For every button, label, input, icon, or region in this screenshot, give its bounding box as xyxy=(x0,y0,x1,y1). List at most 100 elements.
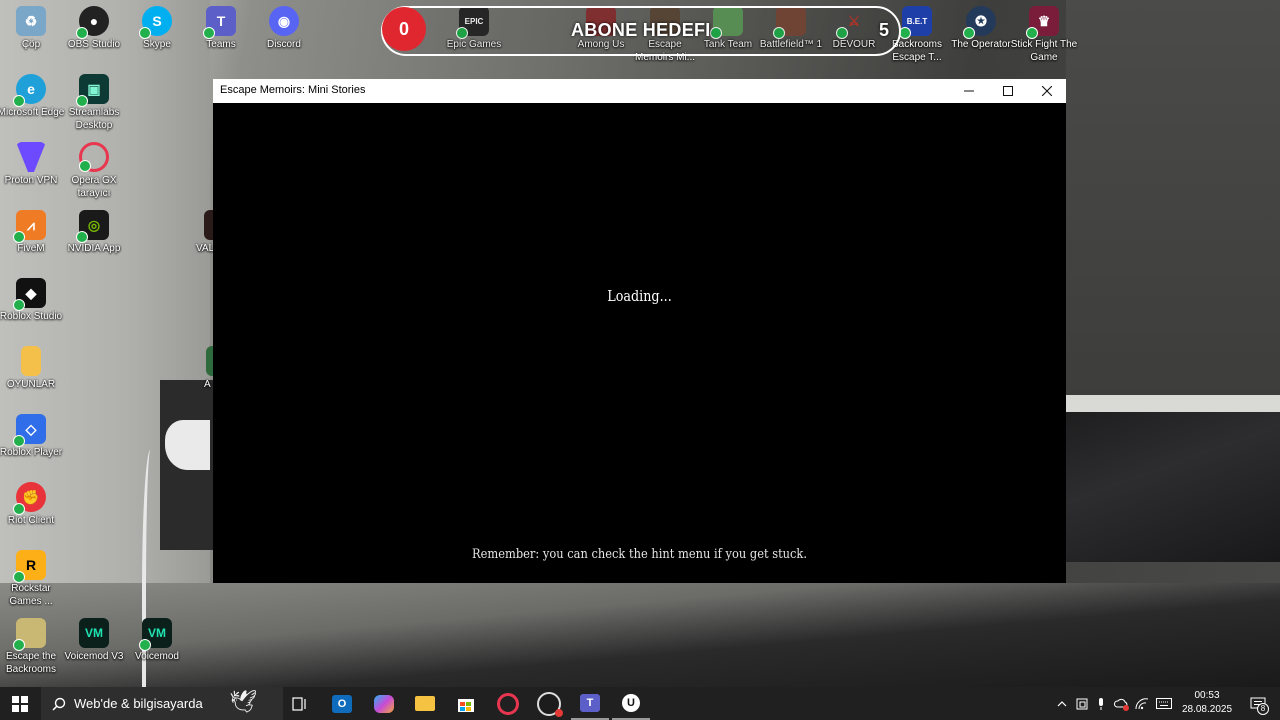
desktop-icon-label: OYUNLAR xyxy=(6,379,56,390)
pelican-search-highlight-icon: 🕊 xyxy=(229,689,257,714)
network-button[interactable] xyxy=(1133,687,1151,720)
clock-date: 28.08.2025 xyxy=(1181,704,1233,715)
subscriber-goal-overlay: 0 ABONE HEDEFI 5 xyxy=(381,6,901,56)
search-placeholder: Web'de & bilgisayarda xyxy=(74,696,203,711)
stick-fight-icon: ♛ xyxy=(1026,6,1059,39)
file-explorer-icon xyxy=(415,696,435,711)
desktop-icon-app[interactable]: A xyxy=(178,346,214,391)
microphone-icon xyxy=(1099,697,1103,710)
desktop-icon-label: Voicemod xyxy=(135,651,179,662)
desktop-icon-label: VAL xyxy=(196,243,214,254)
copilot-icon xyxy=(374,694,394,713)
wallpaper-object xyxy=(165,420,210,470)
desktop-icon-label: Riot Client xyxy=(7,515,55,526)
keyboard-icon xyxy=(1156,698,1172,709)
desktop-icon-roblox-studio[interactable]: ◆ Roblox Studio xyxy=(0,278,68,323)
obs-icon: ● xyxy=(76,6,109,39)
desktop-icon-label: Rockstar Games ... xyxy=(9,583,53,607)
wallpaper-marble xyxy=(1066,412,1280,562)
window-titlebar[interactable]: Escape Memoirs: Mini Stories xyxy=(213,79,1066,103)
taskbar-copilot[interactable] xyxy=(365,687,403,720)
minimize-button[interactable] xyxy=(949,79,988,103)
escape-backrooms-icon xyxy=(13,618,46,651)
desktop-icon-label: Roblox Studio xyxy=(0,311,63,322)
streamlabs-icon: ▣ xyxy=(76,74,109,107)
maximize-icon xyxy=(1002,86,1013,96)
edge-icon: e xyxy=(13,74,46,107)
desktop-icon-label: NVIDIA App xyxy=(67,243,121,254)
taskbar-microsoft-store[interactable] xyxy=(447,687,485,720)
outlook-icon: O xyxy=(332,694,352,713)
notification-center-button[interactable]: 8 xyxy=(1242,687,1274,720)
microphone-button[interactable] xyxy=(1092,687,1110,720)
goal-label: ABONE HEDEFI xyxy=(571,20,711,40)
desktop-icon-oyunlar[interactable]: OYUNLAR xyxy=(0,346,68,391)
taskbar-teams[interactable]: T xyxy=(571,687,609,720)
desktop-icon-operagx[interactable]: Opera GX tarayıcı xyxy=(57,142,131,200)
goal-target-count: 5 xyxy=(878,20,889,40)
wallpaper-ledge xyxy=(1066,395,1280,413)
maximize-button[interactable] xyxy=(988,79,1027,103)
microsoft-store-icon xyxy=(458,698,474,712)
desktop-icon-stick-fight[interactable]: ♛ Stick Fight The Game xyxy=(1007,6,1081,64)
desktop-icon-streamlabs[interactable]: ▣ Streamlabs Desktop xyxy=(57,74,131,132)
start-button[interactable] xyxy=(0,687,40,720)
rockstar-icon: R xyxy=(13,550,46,583)
riot-icon: ✊ xyxy=(13,482,46,515)
game-window[interactable]: Escape Memoirs: Mini Stories Loading... … xyxy=(213,79,1066,583)
clock-time: 00:53 xyxy=(1194,690,1220,701)
windows-icon xyxy=(12,695,28,712)
desktop-icon-roblox-player[interactable]: ◇ Roblox Player xyxy=(0,414,68,459)
cloud-alert-icon xyxy=(1114,698,1129,711)
desktop-icon-skype[interactable]: S Skype xyxy=(120,6,194,51)
desktop-icon-riot[interactable]: ✊ Riot Client xyxy=(0,482,68,527)
taskbar-outlook[interactable]: O xyxy=(323,687,361,720)
desktop-icon-label: Discord xyxy=(267,39,301,50)
teams-icon: T xyxy=(580,693,600,712)
tray-app-button[interactable] xyxy=(1112,687,1132,720)
keyboard-button[interactable] xyxy=(1153,687,1175,720)
desktop-icon-label: A xyxy=(204,379,211,390)
desktop-icon-nvidia[interactable]: ◎ NVIDIA App xyxy=(57,210,131,255)
taskbar-clock[interactable]: 00:53 28.08.2025 xyxy=(1176,689,1238,717)
desktop-icon-rockstar[interactable]: R Rockstar Games ... xyxy=(0,550,68,608)
show-hidden-icons-button[interactable] xyxy=(1053,687,1071,720)
notification-count-badge: 8 xyxy=(1257,703,1269,715)
folder-icon xyxy=(21,346,41,376)
taskbar-opera-gx[interactable] xyxy=(489,687,527,720)
taskbar-file-explorer[interactable] xyxy=(406,687,444,720)
task-view-button[interactable] xyxy=(283,687,317,720)
desktop-icon-label: Roblox Player xyxy=(0,447,63,458)
operagx-icon xyxy=(79,142,109,172)
voicemod-icon: VM xyxy=(139,618,172,651)
taskbar-search-box[interactable]: Web'de & bilgisayarda 🕊 xyxy=(41,687,283,720)
window-title: Escape Memoirs: Mini Stories xyxy=(220,84,366,96)
wallpaper-right xyxy=(1066,0,1280,400)
desktop-icon-label: Opera GX tarayıcı xyxy=(71,175,117,199)
discord-icon: ◉ xyxy=(269,6,299,36)
skype-icon: S xyxy=(139,6,172,39)
hint-text: Remember: you can check the hint menu if… xyxy=(471,547,808,562)
desktop-icon-discord[interactable]: ◉ Discord xyxy=(247,6,321,51)
desktop-icon-label: Streamlabs Desktop xyxy=(68,107,120,131)
desktop-icon-voicemod[interactable]: VM Voicemod xyxy=(120,618,194,663)
tray-window-icon-button[interactable] xyxy=(1073,687,1091,720)
chevron-up-icon xyxy=(1057,700,1067,706)
game-viewport[interactable]: Loading... Remember: you can check the h… xyxy=(213,103,1066,583)
taskbar-obs[interactable] xyxy=(530,687,568,720)
protonvpn-icon xyxy=(16,142,46,172)
loading-text: Loading... xyxy=(607,287,672,305)
roblox-player-icon: ◇ xyxy=(13,414,46,447)
taskbar-unreal-engine[interactable]: U xyxy=(612,687,650,720)
minimize-icon xyxy=(963,90,974,92)
desktop-icon-valorant[interactable]: VAL xyxy=(174,210,214,255)
taskbar: Web'de & bilgisayarda 🕊 O T U 00:53 28.0… xyxy=(0,687,1280,720)
nvidia-icon: ◎ xyxy=(76,210,109,243)
desktop-icon-label: Stick Fight The Game xyxy=(1010,39,1078,63)
recycle-bin-icon: ♻ xyxy=(16,6,46,36)
wifi-icon xyxy=(1135,697,1149,709)
opera-gx-icon xyxy=(497,692,519,715)
roblox-studio-icon: ◆ xyxy=(13,278,46,311)
the-operator-icon: ✪ xyxy=(963,6,996,39)
close-button[interactable] xyxy=(1027,79,1066,103)
